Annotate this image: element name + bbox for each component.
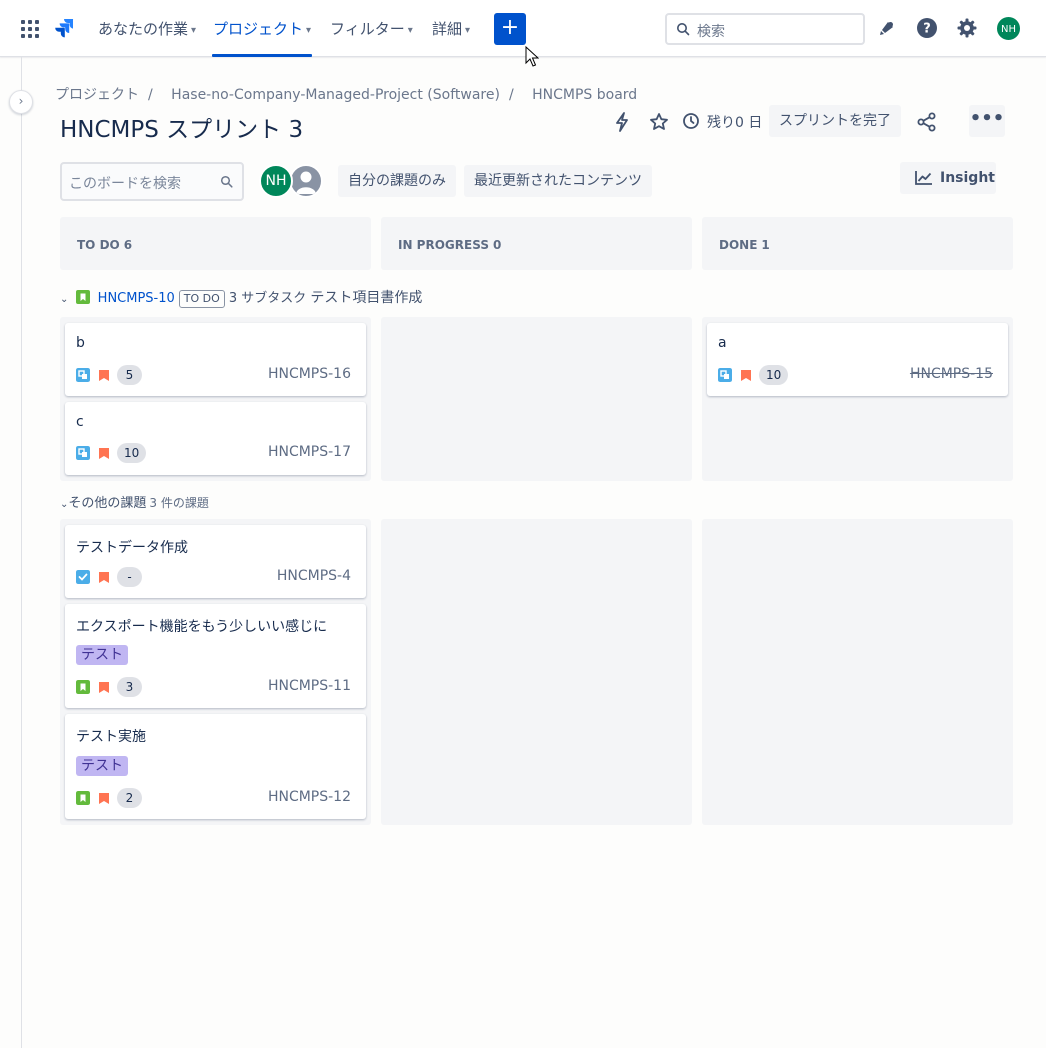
nav-more[interactable]: 詳細 ▾: [432, 19, 470, 39]
create-button[interactable]: +: [494, 13, 526, 45]
column-header-in-progress: IN PROGRESS 0: [381, 217, 692, 270]
issue-key[interactable]: HNCMPS-4: [277, 568, 351, 584]
story-points-badge: 10: [117, 443, 147, 463]
expand-sidebar-button[interactable]: ›: [9, 90, 33, 114]
recently-updated-filter[interactable]: 最近更新されたコンテンツ: [464, 165, 652, 197]
story-points-badge: 3: [117, 677, 142, 697]
swimlane-parent-issue[interactable]: ⌄ HNCMPS-10 TO DO 3 サブタスク テスト項目書作成: [60, 287, 422, 308]
issue-key[interactable]: HNCMPS-12: [268, 789, 351, 805]
card-summary: a: [718, 335, 727, 351]
column-header-done: DONE 1: [702, 217, 1013, 270]
issue-key[interactable]: HNCMPS-16: [268, 366, 351, 382]
chevron-down-icon: ▾: [306, 25, 312, 36]
chart-trend-icon: [915, 171, 932, 185]
issue-card[interactable]: エクスポート機能をもう少しいい感じに テスト 3 HNCMPS-11: [65, 604, 366, 708]
issue-card[interactable]: c 10 HNCMPS-17: [65, 402, 366, 475]
jira-logo-icon[interactable]: [53, 17, 75, 39]
settings-gear-icon[interactable]: [955, 16, 979, 40]
parent-issue-summary: テスト項目書作成: [310, 290, 423, 306]
profile-avatar[interactable]: NH: [996, 16, 1021, 41]
issue-key[interactable]: HNCMPS-17: [268, 444, 351, 460]
chevron-down-icon: ▾: [191, 25, 197, 36]
task-checkbox-icon: [76, 570, 90, 584]
story-points-badge: 2: [117, 788, 142, 808]
search-icon: [220, 175, 233, 188]
card-summary: テストデータ作成: [76, 540, 188, 556]
issue-key[interactable]: HNCMPS-11: [268, 678, 351, 694]
mouse-pointer-icon: [525, 46, 539, 67]
app-switcher-icon[interactable]: [21, 20, 39, 38]
priority-icon: [99, 682, 109, 693]
story-icon: [76, 680, 90, 694]
story-points-badge: -: [117, 567, 142, 587]
story-points-badge: 10: [759, 365, 789, 385]
subtask-icon: [76, 368, 90, 382]
column-header-todo: TO DO 6: [60, 217, 371, 270]
card-summary: c: [76, 414, 84, 430]
issue-card[interactable]: テスト実施 テスト 2 HNCMPS-12: [65, 714, 366, 819]
card-summary: エクスポート機能をもう少しいい感じに: [76, 619, 328, 635]
assignee-avatar-nh[interactable]: NH: [259, 164, 293, 198]
person-icon: [296, 171, 316, 194]
label-tag: テスト: [76, 645, 128, 665]
search-icon: [677, 23, 690, 36]
board-search-input[interactable]: このボードを検索: [60, 162, 244, 201]
sprint-remaining: 残り0 日: [707, 115, 763, 131]
nav-your-work[interactable]: あなたの作業 ▾: [98, 19, 196, 39]
page-title: HNCMPS スプリント 3: [60, 117, 304, 143]
subtask-icon: [718, 368, 732, 382]
parent-issue-key[interactable]: HNCMPS-10: [98, 291, 175, 306]
top-navigation: あなたの作業 ▾ プロジェクト ▾ フィルター ▾ 詳細 ▾ + 検索 ? NH: [0, 0, 1046, 57]
status-lozenge: TO DO: [178, 290, 225, 308]
clock-icon: [683, 113, 699, 129]
chevron-down-icon[interactable]: ⌄: [60, 294, 68, 305]
swimlane2-done-cell: [702, 519, 1013, 825]
chevron-down-icon: ▾: [465, 25, 471, 36]
chevron-down-icon: ▾: [407, 25, 413, 36]
swimlane1-in-progress-cell: [381, 317, 692, 481]
swimlane-other-issues[interactable]: ⌄その他の課題 3 件の課題: [60, 492, 209, 511]
nav-filters[interactable]: フィルター ▾: [330, 19, 413, 39]
breadcrumb-board[interactable]: HNCMPS board: [532, 87, 637, 103]
only-my-issues-filter[interactable]: 自分の課題のみ: [338, 165, 456, 197]
story-icon: [75, 290, 90, 304]
subtask-icon: [76, 446, 90, 460]
card-summary: b: [76, 335, 85, 351]
issue-card[interactable]: a 10 HNCMPS-15: [707, 323, 1008, 396]
svg-text:?: ?: [923, 22, 931, 37]
subtask-count: 3 サブタスク: [228, 291, 307, 306]
sidebar-divider: [21, 57, 22, 1048]
label-tag: テスト: [76, 756, 128, 776]
priority-icon: [99, 370, 109, 381]
nav-active-indicator: [212, 54, 312, 57]
share-icon[interactable]: [916, 111, 938, 133]
priority-icon: [99, 793, 109, 804]
more-actions-button[interactable]: •••: [969, 105, 1005, 137]
nav-projects[interactable]: プロジェクト ▾: [213, 19, 311, 39]
issue-card[interactable]: テストデータ作成 - HNCMPS-4: [65, 525, 366, 598]
breadcrumb: プロジェクト / Hase-no-Company-Managed-Project …: [55, 87, 638, 103]
search-input[interactable]: 検索: [665, 13, 865, 45]
breadcrumb-projects[interactable]: プロジェクト: [55, 87, 139, 103]
breadcrumb-project[interactable]: Hase-no-Company-Managed-Project (Softwar…: [171, 87, 500, 103]
notifications-icon[interactable]: [875, 16, 899, 40]
story-points-badge: 5: [117, 365, 142, 385]
swimlane2-in-progress-cell: [381, 519, 692, 825]
issue-key[interactable]: HNCMPS-15: [910, 366, 993, 382]
card-summary: テスト実施: [76, 729, 146, 745]
story-icon: [76, 791, 90, 805]
help-icon[interactable]: ?: [915, 16, 939, 40]
automation-lightning-icon[interactable]: [611, 111, 633, 133]
issue-card[interactable]: b 5 HNCMPS-16: [65, 323, 366, 396]
unassigned-avatar[interactable]: [289, 164, 323, 198]
insight-button[interactable]: Insight: [900, 162, 996, 194]
priority-icon: [741, 370, 751, 381]
star-icon[interactable]: [648, 111, 670, 133]
complete-sprint-button[interactable]: スプリントを完了: [769, 105, 901, 137]
priority-icon: [99, 448, 109, 459]
priority-icon: [99, 572, 109, 583]
